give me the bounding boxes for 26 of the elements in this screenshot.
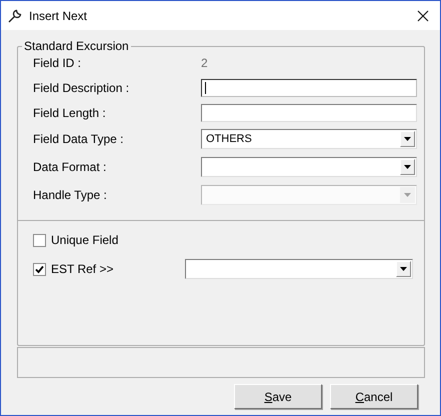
dropdown-field[interactable]: OTHERS	[201, 128, 417, 148]
dialog-button[interactable]: Cancel	[330, 384, 418, 409]
dropdown-field[interactable]	[185, 259, 413, 279]
checkbox-label: Unique Field	[51, 233, 118, 247]
field-label: Data Format :	[33, 160, 108, 174]
field-label: Field Data Type :	[33, 132, 124, 146]
window-title: Insert Next	[29, 8, 88, 22]
field-label: Field ID :	[33, 56, 82, 70]
dropdown-arrow-icon	[404, 192, 411, 196]
checkbox-label: EST Ref >>	[51, 262, 114, 276]
close-icon[interactable]	[417, 10, 429, 22]
dropdown-field[interactable]	[201, 156, 417, 176]
input-field[interactable]	[201, 79, 417, 97]
field-value: 2	[201, 56, 208, 70]
field-label: Field Length :	[33, 106, 107, 120]
field-label: Handle Type :	[33, 188, 108, 202]
checkbox[interactable]	[33, 234, 46, 246]
dialog-button[interactable]: Save	[234, 384, 322, 409]
dropdown-arrow-icon	[400, 267, 407, 271]
wrench-icon	[7, 8, 23, 24]
dropdown-arrow-icon	[404, 164, 411, 168]
input-field[interactable]	[201, 104, 417, 122]
dropdown-arrow-icon	[404, 136, 411, 140]
field-label: Field Description :	[33, 81, 130, 95]
checkbox[interactable]	[33, 262, 46, 276]
group-legend: Standard Excursion	[22, 39, 131, 53]
